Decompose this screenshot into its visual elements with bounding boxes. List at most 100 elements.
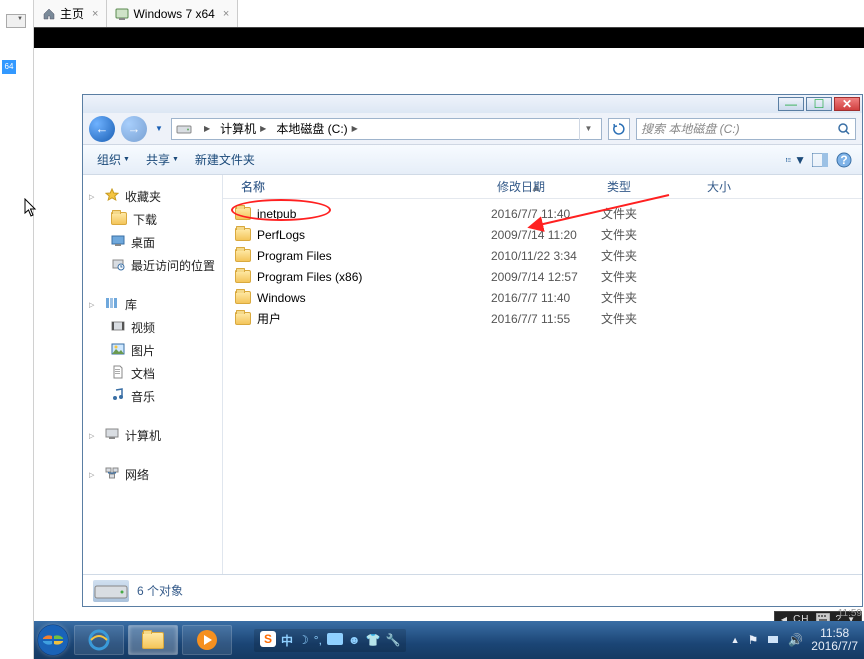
drive-large-icon [93, 580, 129, 602]
ime-keyboard-icon[interactable] [327, 633, 343, 648]
drive-icon [176, 121, 192, 137]
document-icon [111, 365, 125, 382]
organize-button[interactable]: 组织▼ [91, 148, 136, 171]
vm-icon [115, 7, 129, 21]
video-icon [111, 319, 125, 336]
nav-item-desktop[interactable]: 桌面 [89, 231, 216, 254]
breadcrumb-part[interactable]: 本地磁盘 (C:)▶ [272, 119, 363, 139]
tray-network-icon[interactable] [766, 632, 780, 649]
tray-volume-icon[interactable]: 🔊 [788, 633, 803, 647]
vm-viewport: — ☐ ✕ ← → ▼ ▶ 计算机▶ [34, 48, 864, 629]
column-size[interactable]: 大小 [701, 178, 781, 195]
ime-punct-icon[interactable]: °, [314, 633, 322, 647]
tray-clock[interactable]: 11:58 2016/7/7 [811, 627, 858, 653]
column-name[interactable]: 名称 [235, 178, 491, 195]
column-date[interactable]: 修改日期 [491, 178, 601, 195]
close-button[interactable]: ✕ [834, 97, 860, 111]
status-text: 6 个对象 [137, 582, 183, 599]
minimize-button[interactable]: — [778, 97, 804, 111]
tab-vm[interactable]: Windows 7 x64 × [107, 0, 238, 27]
ime-face-icon[interactable]: ☻ [348, 633, 361, 647]
recent-icon [111, 257, 125, 274]
ime-wrench-icon[interactable]: 🔧 [386, 633, 401, 647]
task-item-explorer[interactable] [128, 625, 178, 655]
address-bar[interactable]: ▶ 计算机▶ 本地磁盘 (C:)▶ ▼ [171, 118, 602, 140]
desktop-icon [111, 234, 125, 251]
nav-history-dropdown[interactable]: ▼ [153, 118, 165, 140]
column-type[interactable]: 类型 [601, 178, 701, 195]
search-icon [837, 122, 851, 139]
preview-pane-button[interactable] [810, 150, 830, 170]
share-button[interactable]: 共享▼ [140, 148, 185, 171]
host-clock: 11:59 [838, 608, 862, 619]
file-row[interactable]: 用户 2016/7/7 11:55 文件夹 [223, 308, 862, 329]
file-list-pane: 名称 ▲ 名称 修改日期 类型 大小 inetpub 201 [223, 175, 862, 574]
address-dropdown[interactable]: ▼ [579, 118, 597, 140]
ime-toolbar[interactable]: S 中 ☽ °, ☻ 👕 🔧 [254, 629, 406, 652]
ime-logo-icon[interactable]: S [260, 631, 276, 650]
task-item-media[interactable] [182, 625, 232, 655]
toolbar: 组织▼ 共享▼ 新建文件夹 ▼ ? [83, 145, 862, 175]
ime-zhong[interactable]: 中 [281, 632, 293, 649]
file-row[interactable]: PerfLogs 2009/7/14 11:20 文件夹 [223, 224, 862, 245]
search-input[interactable]: 搜索 本地磁盘 (C:) [636, 118, 856, 140]
file-list[interactable]: inetpub 2016/7/7 11:40 文件夹 PerfLogs 2009… [223, 199, 862, 574]
star-icon [105, 188, 119, 205]
window-titlebar[interactable]: — ☐ ✕ [83, 95, 862, 113]
back-button[interactable]: ← [89, 116, 115, 142]
nav-computer-header[interactable]: ▷ 计算机 [89, 424, 216, 447]
task-item-ie[interactable] [74, 625, 124, 655]
folder-icon [235, 249, 251, 262]
file-row[interactable]: Windows 2016/7/7 11:40 文件夹 [223, 287, 862, 308]
music-icon [111, 388, 125, 405]
refresh-button[interactable] [608, 118, 630, 140]
cursor-icon [24, 198, 40, 218]
tray-flag-icon[interactable]: ⚑ [748, 633, 759, 647]
left-dropdown[interactable] [6, 14, 26, 28]
picture-icon [111, 342, 125, 359]
ime-moon-icon[interactable]: ☽ [298, 633, 309, 647]
tab-label: 主页 [60, 5, 84, 22]
file-row[interactable]: Program Files (x86) 2009/7/14 12:57 文件夹 [223, 266, 862, 287]
tab-close-icon[interactable]: × [223, 8, 229, 20]
view-options-button[interactable]: ▼ [786, 150, 806, 170]
maximize-button[interactable]: ☐ [806, 97, 832, 111]
nav-item-pictures[interactable]: 图片 [89, 339, 216, 362]
network-icon [105, 466, 119, 483]
nav-item-videos[interactable]: 视频 [89, 316, 216, 339]
help-button[interactable]: ? [834, 150, 854, 170]
navigation-pane[interactable]: ▷ 收藏夹 下载 桌面 [83, 175, 223, 574]
nav-item-downloads[interactable]: 下载 [89, 208, 216, 231]
nav-item-recent[interactable]: 最近访问的位置 [89, 254, 216, 277]
column-headers-row[interactable]: 名称 修改日期 类型 大小 [223, 175, 862, 199]
file-row[interactable]: inetpub 2016/7/7 11:40 文件夹 [223, 203, 862, 224]
tab-home[interactable]: 主页 × [34, 0, 107, 27]
folder-icon [235, 312, 251, 325]
tray-chevron-icon[interactable]: ▲ [731, 635, 740, 645]
system-tray[interactable]: ▲ ⚑ 🔊 11:58 2016/7/7 [731, 627, 864, 653]
nav-libraries-header[interactable]: ▷ 库 [89, 293, 216, 316]
forward-button[interactable]: → [121, 116, 147, 142]
breadcrumb-part[interactable]: 计算机▶ [216, 119, 272, 139]
folder-icon [235, 270, 251, 283]
svg-text:?: ? [840, 153, 847, 167]
taskbar[interactable]: S 中 ☽ °, ☻ 👕 🔧 ▲ ⚑ 🔊 11:58 2016/7/7 [34, 621, 864, 659]
library-icon [105, 296, 119, 313]
breadcrumb-part[interactable]: ▶ [196, 119, 216, 139]
newfolder-button[interactable]: 新建文件夹 [189, 148, 261, 171]
file-row[interactable]: Program Files 2010/11/22 3:34 文件夹 [223, 245, 862, 266]
status-bar: 6 个对象 [83, 574, 862, 606]
nav-favorites-header[interactable]: ▷ 收藏夹 [89, 185, 216, 208]
start-button[interactable] [34, 621, 72, 659]
tab-close-icon[interactable]: × [92, 8, 98, 20]
nav-network-header[interactable]: ▷ 网络 [89, 463, 216, 486]
folder-icon [111, 212, 127, 228]
app-left-strip: 64 [0, 0, 34, 659]
nav-item-documents[interactable]: 文档 [89, 362, 216, 385]
ime-shirt-icon[interactable]: 👕 [366, 633, 381, 647]
explorer-window: — ☐ ✕ ← → ▼ ▶ 计算机▶ [82, 94, 863, 607]
address-row: ← → ▼ ▶ 计算机▶ 本地磁盘 (C:)▶ [83, 113, 862, 145]
folder-icon [235, 291, 251, 304]
nav-item-music[interactable]: 音乐 [89, 385, 216, 408]
computer-icon [105, 427, 119, 444]
